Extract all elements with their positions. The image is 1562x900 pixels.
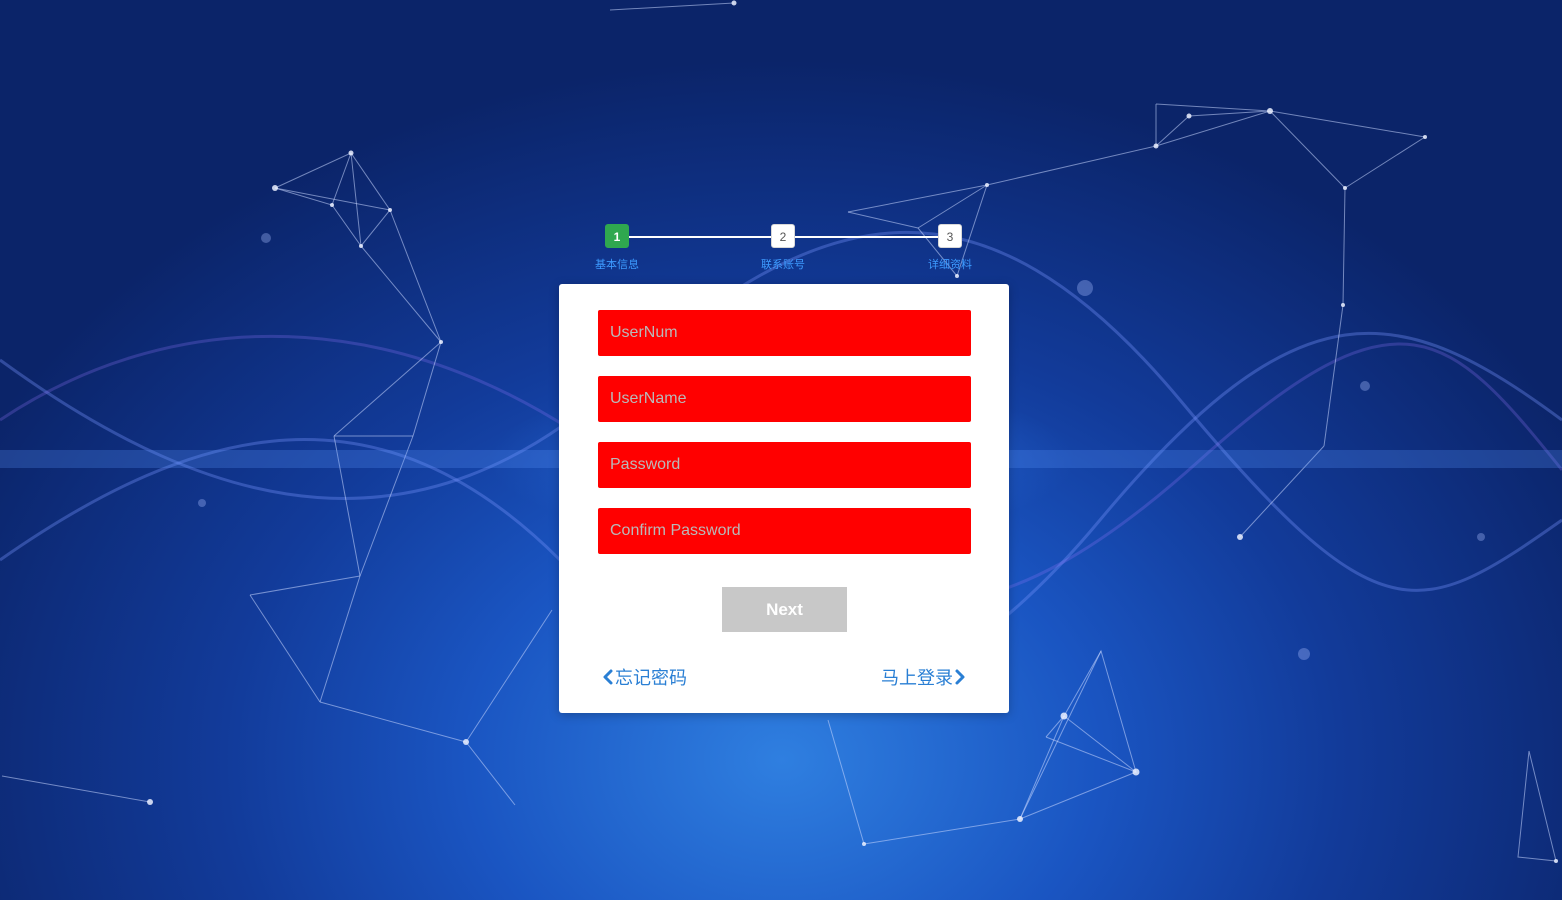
step-3-label: 详细资料 (928, 258, 972, 271)
step-2: 2 联系账号 (754, 224, 812, 272)
step-1-number: 1 (605, 224, 629, 248)
forgot-password-label: 忘记密码 (615, 668, 687, 689)
step-1-label: 基本信息 (595, 258, 639, 271)
registration-stepper: 1 基本信息 2 联系账号 3 详细资料 (588, 224, 978, 280)
step-3: 3 详细资料 (921, 224, 979, 272)
usernum-input[interactable] (598, 310, 971, 356)
step-2-number: 2 (771, 224, 795, 248)
confirm-password-input[interactable] (598, 508, 971, 554)
registration-form-card: Next 忘记密码 马上登录 (559, 284, 1009, 713)
chevron-left-icon (603, 669, 613, 685)
next-button[interactable]: Next (722, 587, 847, 632)
chevron-right-icon (955, 669, 965, 685)
step-1: 1 基本信息 (588, 224, 646, 272)
login-now-label: 马上登录 (881, 668, 953, 689)
forgot-password-link[interactable]: 忘记密码 (601, 664, 687, 690)
username-input[interactable] (598, 376, 971, 422)
step-3-number: 3 (938, 224, 962, 248)
login-now-link[interactable]: 马上登录 (881, 664, 967, 690)
registration-page: 1 基本信息 2 联系账号 3 详细资料 Next 忘记密码 马上登录 (0, 0, 1562, 900)
password-input[interactable] (598, 442, 971, 488)
step-2-label: 联系账号 (761, 258, 805, 271)
